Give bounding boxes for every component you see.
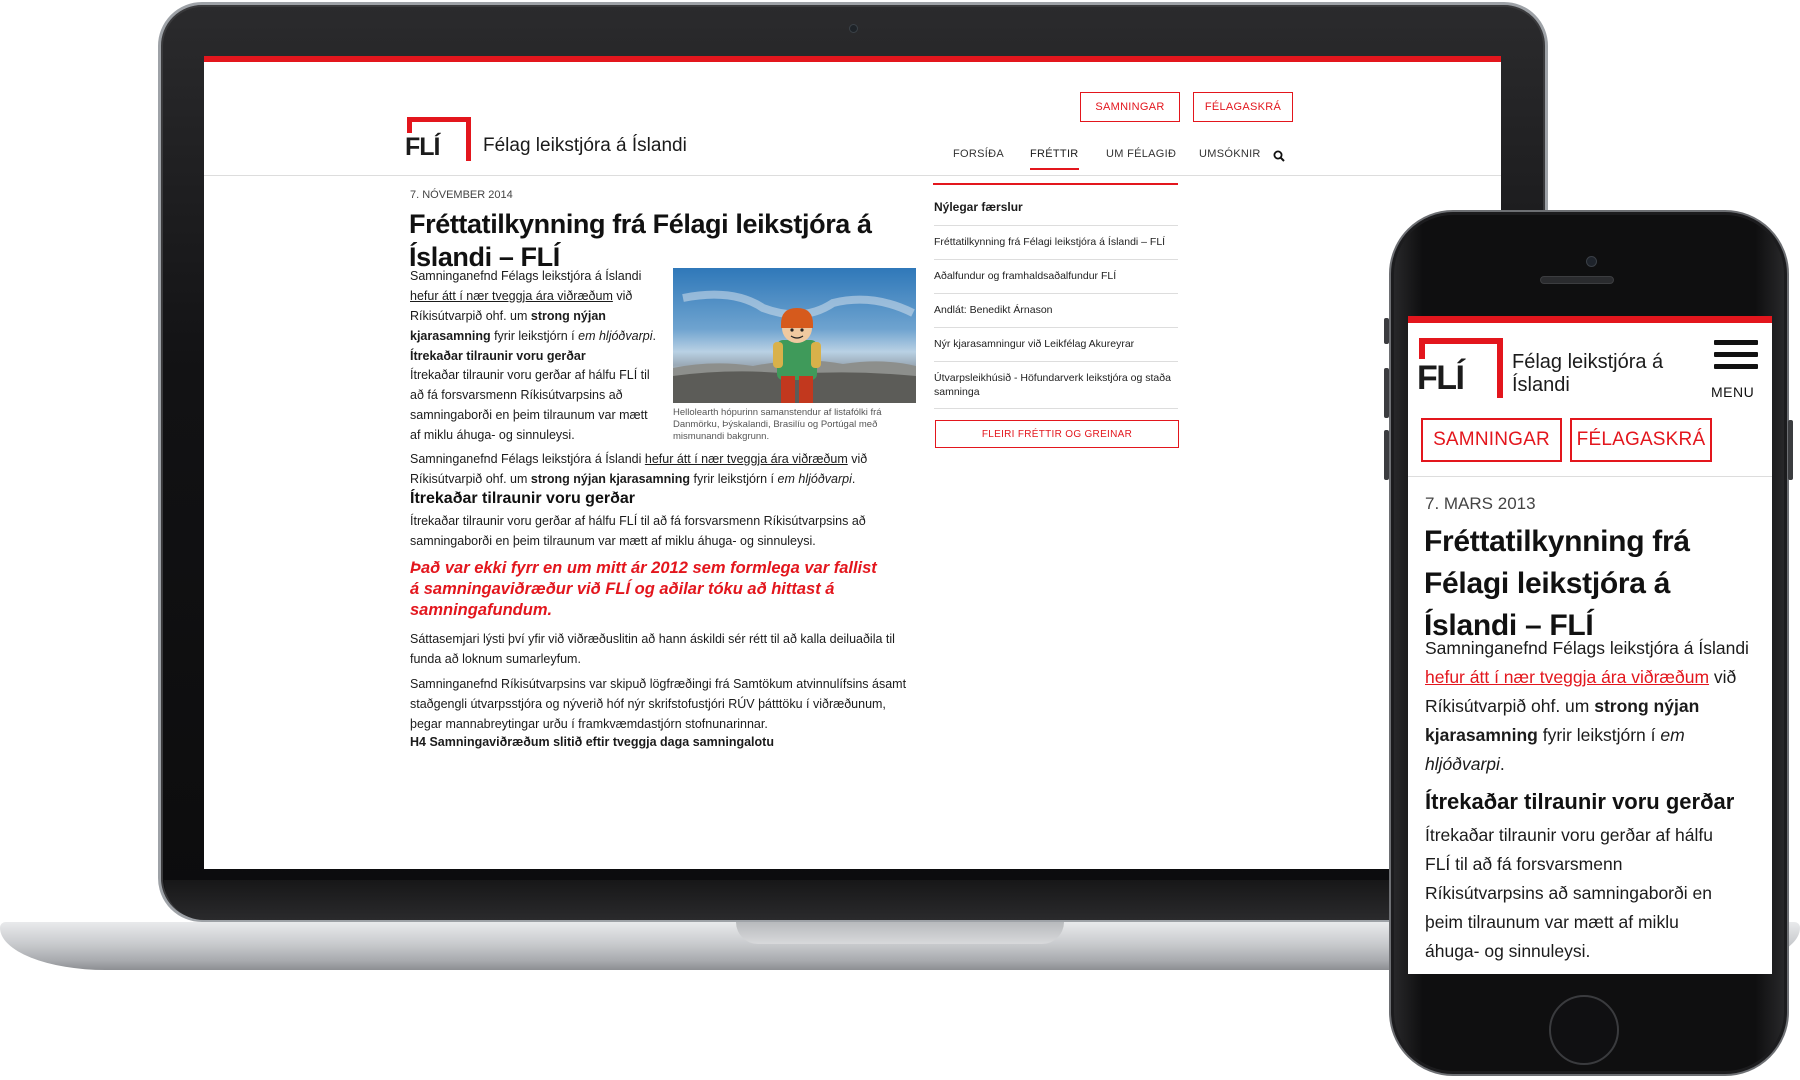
article-subheading-small: Ítrekaðar tilraunir voru gerðar: [410, 349, 586, 363]
site-logo[interactable]: FLÍ: [1417, 338, 1507, 404]
article-date: 7. NÓVEMBER 2014: [410, 189, 513, 201]
samningar-button[interactable]: SAMNINGAR: [1421, 418, 1562, 462]
phone-home-button: [1549, 995, 1619, 1065]
sidebar-post-link[interactable]: Andlát: Benedikt Árnason: [934, 293, 1178, 327]
phone-volume-up: [1384, 368, 1389, 418]
sidebar-post-link[interactable]: Útvarpsleikhúsið - Höfundarverk leikstjó…: [934, 361, 1178, 409]
phone-mute-switch: [1384, 318, 1389, 344]
sidebar-post-link[interactable]: Nýr kjarasamningur við Leikfélag Akureyr…: [934, 327, 1178, 361]
logo-text: FLÍ: [405, 133, 443, 161]
mobile-website: FLÍ Félag leikstjóra á Íslandi MENU SAMN…: [1408, 316, 1772, 974]
toy-figure-illustration: [673, 290, 916, 403]
site-title[interactable]: Félag leikstjóra á Íslandi: [1512, 351, 1682, 397]
laptop-camera: [849, 24, 858, 33]
site-header: SAMNINGAR FÉLAGASKRÁ FLÍ Félag leikstjór…: [204, 62, 1501, 176]
phone-camera: [1586, 256, 1597, 267]
article-paragraph-1: Samninganefnd Félags leikstjóra á Ísland…: [410, 269, 656, 343]
phone-power-button: [1788, 420, 1793, 480]
more-news-button[interactable]: FLEIRI FRÉTTIR OG GREINAR: [935, 420, 1179, 448]
article-link[interactable]: hefur átt í nær tveggja ára viðræðum: [1425, 667, 1709, 687]
laptop-bezel-bottom: [164, 880, 1542, 920]
article-paragraph-4: Ítrekaðar tilraunir voru gerðar af hálfu…: [410, 514, 866, 548]
phone-speaker: [1540, 276, 1614, 284]
felagaskra-button[interactable]: FÉLAGASKRÁ: [1193, 92, 1293, 122]
site-title[interactable]: Félag leikstjóra á Íslandi: [483, 135, 687, 157]
article-title: Fréttatilkynning frá Félagi leikstjóra á…: [1424, 525, 1690, 642]
top-accent-bar: [1408, 316, 1772, 323]
sidebar-title: Nýlegar færslur: [934, 200, 1023, 214]
article-paragraph-3: Samninganefnd Félags leikstjóra á Ísland…: [410, 452, 868, 486]
article-paragraph-1: Samninganefnd Félags leikstjóra á Ísland…: [1425, 638, 1749, 774]
sidebar-accent-rule: [933, 183, 1178, 185]
article-heading-3: Ítrekaðar tilraunir voru gerðar: [410, 490, 635, 507]
hamburger-menu-icon[interactable]: [1714, 340, 1758, 378]
article-paragraph-6: Samninganefnd Ríkisútvarpsins var skipuð…: [410, 677, 907, 731]
article-link[interactable]: hefur átt í nær tveggja ára viðræðum: [410, 289, 613, 303]
samningar-button[interactable]: SAMNINGAR: [1080, 92, 1180, 122]
article-paragraph-2: Ítrekaðar tilraunir voru gerðar af hálfu…: [410, 368, 650, 442]
article-image: [673, 268, 916, 403]
article-heading-3: Ítrekaðar tilraunir voru gerðar: [1425, 789, 1735, 814]
article-title: Fréttatilkynning frá Félagi leikstjóra á…: [409, 209, 872, 272]
laptop-notch: [736, 922, 1064, 944]
felagaskra-button[interactable]: FÉLAGASKRÁ: [1570, 418, 1712, 462]
header-divider: [1408, 476, 1772, 477]
sidebar-post-link[interactable]: Fréttatilkynning frá Félagi leikstjóra á…: [934, 225, 1178, 259]
article-highlight-quote: Það var ekki fyrr en um mitt ár 2012 sem…: [410, 559, 877, 619]
desktop-website: SAMNINGAR FÉLAGASKRÁ FLÍ Félag leikstjór…: [204, 56, 1501, 869]
image-caption: Hellolearth hópurinn samanstendur af lis…: [673, 407, 882, 442]
article-paragraph-5: Sáttasemjari lýsti því yfir við viðræðus…: [410, 632, 895, 666]
sidebar-post-link[interactable]: Aðalfundur og framhaldsaðalfundur FLÍ: [934, 259, 1178, 293]
nav-um-felagid[interactable]: UM FÉLAGIÐ: [1106, 148, 1176, 160]
phone-volume-down: [1384, 430, 1389, 480]
article-link[interactable]: hefur átt í nær tveggja ára viðræðum: [645, 452, 848, 466]
nav-umsoknir[interactable]: UMSÓKNIR: [1199, 148, 1261, 160]
article-date: 7. MARS 2013: [1425, 494, 1536, 513]
article-heading-4: H4 Samningaviðræðum slitið eftir tveggja…: [410, 735, 774, 749]
logo-text: FLÍ: [1417, 359, 1467, 397]
menu-label[interactable]: MENU: [1711, 384, 1754, 400]
article-paragraph-2: Ítrekaðar tilraunir voru gerðar af hálfu…: [1425, 825, 1713, 961]
site-logo[interactable]: FLÍ: [405, 117, 475, 166]
nav-frettir[interactable]: FRÉTTIR: [1030, 148, 1079, 170]
nav-forsida[interactable]: FORSÍÐA: [953, 148, 1004, 160]
search-icon[interactable]: [1273, 150, 1285, 162]
